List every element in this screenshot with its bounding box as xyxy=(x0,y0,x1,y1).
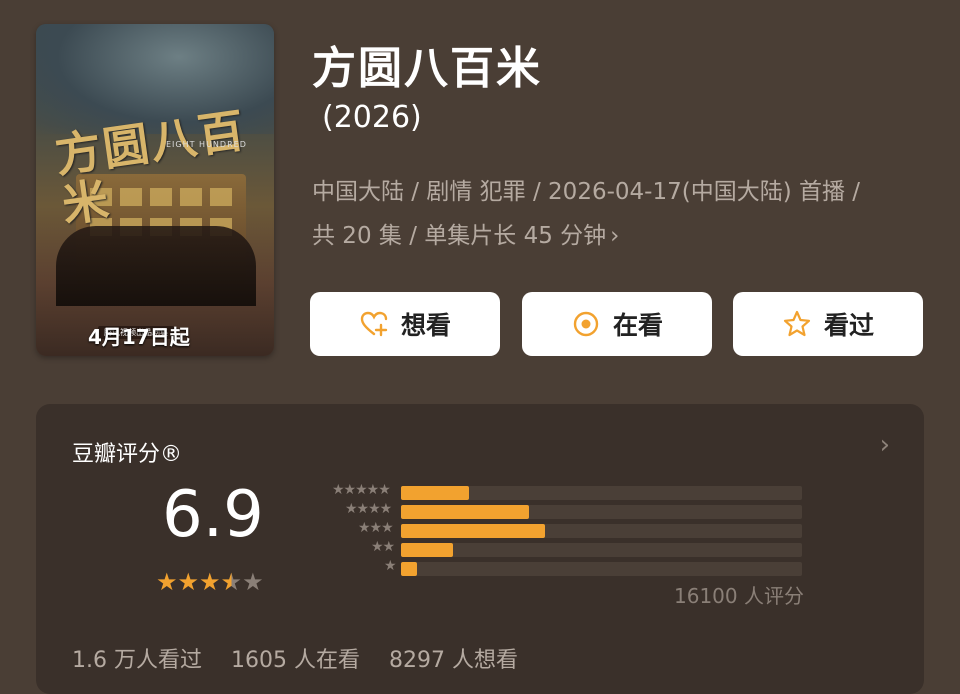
audience-stats: 1.6 万人看过 1605 人在看 8297 人想看 xyxy=(72,642,540,674)
meta-line-2: 共 20 集 / 单集片长 45 分钟 › xyxy=(312,223,620,249)
row-stars-icon: ★★★★★ xyxy=(332,482,391,498)
row-stars-icon: ★★★ xyxy=(358,520,394,536)
rating-count: 16100 人评分 xyxy=(674,584,804,608)
chevron-right-icon[interactable]: › xyxy=(880,430,890,460)
rating-score: 6.9 xyxy=(162,478,264,552)
star-outline-icon xyxy=(783,310,811,337)
want-count: 8297 人想看 xyxy=(388,648,518,673)
poster-release-date: 4月17日起 xyxy=(88,325,190,349)
row-stars-icon: ★ xyxy=(384,558,397,574)
rating-bar-fill xyxy=(401,505,530,519)
poster-english-title: EIGHT HUNDRED xyxy=(166,140,247,149)
movie-poster[interactable]: 方圆八百米 EIGHT HUNDRED 腾讯视频出品剧集 4月17日起 xyxy=(36,24,274,356)
rating-bar-fill xyxy=(401,486,470,500)
rating-row-3-star: ★★★ xyxy=(306,520,806,538)
rating-row-5-star: ★★★★★ xyxy=(306,482,806,500)
rating-bar-track xyxy=(401,486,802,500)
watching-label: 在看 xyxy=(612,311,663,340)
rating-row-2-star: ★★ xyxy=(306,539,806,557)
rating-bar-track xyxy=(401,505,802,519)
star-empty-icon: ★ xyxy=(242,568,264,596)
page-title: 方圆八百米 xyxy=(312,43,542,94)
rating-bar-fill xyxy=(401,562,418,576)
watching-button[interactable]: 在看 xyxy=(522,292,712,356)
rating-bar-track xyxy=(401,543,802,557)
row-stars-icon: ★★ xyxy=(371,539,395,555)
watching-count: 1605 人在看 xyxy=(230,648,360,673)
star-icon: ★ xyxy=(156,568,178,596)
rating-card[interactable]: 豆瓣评分® › 6.9 ★★★★★ ★★★★★ ★★★★ ★★★ ★★ ★ 16100 … xyxy=(36,404,924,694)
want-to-watch-label: 想看 xyxy=(400,311,451,340)
rating-label: 豆瓣评分® xyxy=(72,442,183,467)
rating-bar-track xyxy=(401,562,802,576)
movie-meta[interactable]: 中国大陆 / 剧情 犯罪 / 2026-04-17(中国大陆) 首播 / 共 2… xyxy=(312,170,932,258)
watched-button[interactable]: 看过 xyxy=(733,292,923,356)
rating-row-1-star: ★ xyxy=(306,558,806,576)
rating-bar-track xyxy=(401,524,802,538)
heart-plus-icon xyxy=(360,311,388,337)
score-stars: ★★★★★ xyxy=(156,568,264,596)
star-icon: ★ xyxy=(199,568,221,596)
watched-count: 1.6 万人看过 xyxy=(72,648,202,673)
half-star-icon: ★ xyxy=(220,568,243,596)
chevron-right-icon: › xyxy=(610,223,620,249)
target-circle-icon xyxy=(573,311,599,337)
poster-cast-group xyxy=(56,226,256,306)
star-icon: ★ xyxy=(177,568,200,596)
meta-line-1: 中国大陆 / 剧情 犯罪 / 2026-04-17(中国大陆) 首播 / xyxy=(312,179,861,205)
rating-row-4-star: ★★★★ xyxy=(306,501,806,519)
want-to-watch-button[interactable]: 想看 xyxy=(310,292,500,356)
rating-bar-fill xyxy=(401,543,454,557)
row-stars-icon: ★★★★ xyxy=(345,501,392,517)
watched-label: 看过 xyxy=(823,311,874,340)
rating-bar-fill xyxy=(401,524,546,538)
release-year: (2026) xyxy=(322,100,422,135)
